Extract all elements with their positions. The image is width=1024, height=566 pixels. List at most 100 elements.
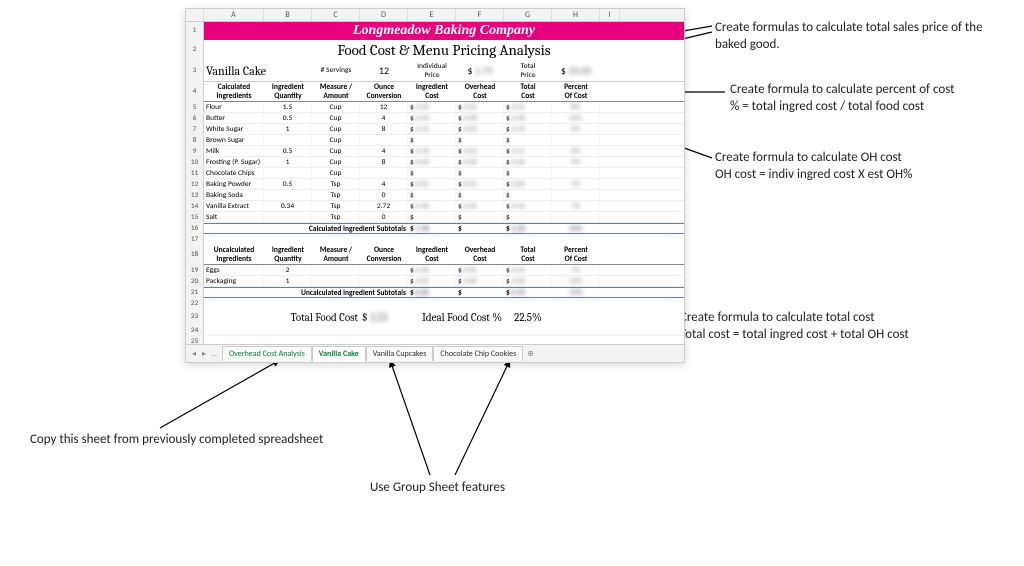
- ideal-pct[interactable]: 22.5%: [504, 311, 552, 324]
- pct-cost[interactable]: 7%: [552, 201, 600, 211]
- total-price[interactable]: $ 20.00: [552, 64, 600, 77]
- tab-vanilla-cake[interactable]: Vanilla Cake: [312, 346, 366, 362]
- ing-qty[interactable]: [264, 190, 312, 200]
- ing-cost[interactable]: $ 0.25: [408, 124, 456, 134]
- unc-ic[interactable]: $ 0.50: [408, 276, 456, 286]
- ing-cost[interactable]: $: [408, 168, 456, 178]
- oh-cost[interactable]: $ 0.04: [456, 124, 504, 134]
- unc-oz[interactable]: [360, 265, 408, 275]
- unc-measure[interactable]: [312, 265, 360, 275]
- ing-measure[interactable]: Cup: [312, 135, 360, 145]
- ing-cost[interactable]: $: [408, 190, 456, 200]
- ing-cost[interactable]: $ 0.30: [408, 201, 456, 211]
- oh-cost[interactable]: $ 0.05: [456, 201, 504, 211]
- oh-cost[interactable]: $ 0.08: [456, 113, 504, 123]
- col-G[interactable]: G: [504, 9, 552, 21]
- uncalc-sub-oh[interactable]: $: [456, 288, 504, 297]
- ing-cost[interactable]: $ 0.05: [408, 179, 456, 189]
- row-1[interactable]: 1: [186, 22, 204, 40]
- ing-oz[interactable]: 4: [360, 146, 408, 156]
- ing-name[interactable]: Flour: [204, 102, 264, 112]
- indiv-price[interactable]: $ 1.75: [456, 64, 504, 77]
- tot-cost[interactable]: $: [504, 212, 552, 222]
- pct-cost[interactable]: [552, 212, 600, 222]
- pct-cost[interactable]: 5%: [552, 124, 600, 134]
- unc-tc[interactable]: $ 0.35: [504, 265, 552, 275]
- ing-name[interactable]: Butter: [204, 113, 264, 123]
- oh-cost[interactable]: $: [456, 190, 504, 200]
- unc-qty[interactable]: 1: [264, 276, 312, 286]
- ing-qty[interactable]: 0.34: [264, 201, 312, 211]
- ing-oz[interactable]: 4: [360, 113, 408, 123]
- tab-next-icon[interactable]: ▸: [200, 349, 208, 359]
- unc-oh[interactable]: $ 0.05: [456, 265, 504, 275]
- ing-name[interactable]: Baking Soda: [204, 190, 264, 200]
- row-13[interactable]: 13: [186, 190, 204, 200]
- calc-sub-oh[interactable]: $: [456, 224, 504, 233]
- col-A[interactable]: A: [204, 9, 264, 21]
- unc-name[interactable]: Packaging: [204, 276, 264, 286]
- row-19[interactable]: 19: [186, 265, 204, 275]
- row-10[interactable]: 10: [186, 157, 204, 167]
- uncalc-sub-pc[interactable]: 17%: [552, 288, 600, 297]
- unc-oz[interactable]: [360, 276, 408, 286]
- ing-measure[interactable]: Cup: [312, 124, 360, 134]
- ing-qty[interactable]: 0.5: [264, 179, 312, 189]
- col-F[interactable]: F: [456, 9, 504, 21]
- ing-oz[interactable]: [360, 168, 408, 178]
- ing-measure[interactable]: Tsp: [312, 179, 360, 189]
- ing-measure[interactable]: Cup: [312, 157, 360, 167]
- row-17[interactable]: 17: [186, 234, 204, 245]
- ing-qty[interactable]: 0.5: [264, 113, 312, 123]
- row-2[interactable]: 2: [186, 40, 204, 60]
- tab-choc-chip[interactable]: Chocolate Chip Cookies: [433, 346, 523, 361]
- row-20[interactable]: 20: [186, 276, 204, 286]
- total-food-cost[interactable]: $ 3.23: [360, 311, 408, 324]
- oh-cost[interactable]: $ 0.06: [456, 157, 504, 167]
- ing-measure[interactable]: Cup: [312, 168, 360, 178]
- ing-cost[interactable]: $ 0.30: [408, 102, 456, 112]
- row-24[interactable]: 24: [186, 325, 204, 335]
- ing-name[interactable]: Salt: [204, 212, 264, 222]
- calc-sub-tc[interactable]: $ 2.30: [504, 224, 552, 233]
- ing-oz[interactable]: 2.72: [360, 201, 408, 211]
- row-22[interactable]: 22: [186, 298, 204, 309]
- col-D[interactable]: D: [360, 9, 408, 21]
- ing-name[interactable]: White Sugar: [204, 124, 264, 134]
- ing-name[interactable]: Chocolate Chips: [204, 168, 264, 178]
- unc-pc[interactable]: 7%: [552, 265, 600, 275]
- ing-cost[interactable]: $ 0.18: [408, 146, 456, 156]
- row-18[interactable]: 18: [186, 245, 204, 265]
- ing-name[interactable]: Vanilla Extract: [204, 201, 264, 211]
- row-25[interactable]: 25: [186, 336, 204, 344]
- ing-oz[interactable]: 12: [360, 102, 408, 112]
- unc-tc[interactable]: $ 0.58: [504, 276, 552, 286]
- pct-cost[interactable]: 1%: [552, 179, 600, 189]
- col-H[interactable]: H: [552, 9, 600, 21]
- ing-name[interactable]: Brown Sugar: [204, 135, 264, 145]
- ing-cost[interactable]: $ 0.40: [408, 157, 456, 167]
- row-16[interactable]: 16: [186, 223, 204, 234]
- row-15[interactable]: 15: [186, 212, 204, 222]
- oh-cost[interactable]: $: [456, 168, 504, 178]
- row-21[interactable]: 21: [186, 287, 204, 298]
- tot-cost[interactable]: $ 0.35: [504, 102, 552, 112]
- row-14[interactable]: 14: [186, 201, 204, 211]
- pct-cost[interactable]: [552, 135, 600, 145]
- tot-cost[interactable]: $ 0.58: [504, 113, 552, 123]
- row-6[interactable]: 6: [186, 113, 204, 123]
- uncalc-sub-tc[interactable]: $ 0.93: [504, 288, 552, 297]
- oh-cost[interactable]: $: [456, 135, 504, 145]
- oh-cost[interactable]: $ 0.03: [456, 146, 504, 156]
- tab-prev-icon[interactable]: ◂: [190, 349, 198, 359]
- ing-measure[interactable]: Tsp: [312, 212, 360, 222]
- ing-oz[interactable]: 4: [360, 179, 408, 189]
- ing-oz[interactable]: 8: [360, 157, 408, 167]
- pct-cost[interactable]: [552, 190, 600, 200]
- row-5[interactable]: 5: [186, 102, 204, 112]
- tab-vanilla-cupcakes[interactable]: Vanilla Cupcakes: [366, 346, 434, 361]
- pct-cost[interactable]: [552, 168, 600, 178]
- tot-cost[interactable]: $ 0.35: [504, 201, 552, 211]
- pct-cost[interactable]: 8%: [552, 102, 600, 112]
- pct-cost[interactable]: 4%: [552, 146, 600, 156]
